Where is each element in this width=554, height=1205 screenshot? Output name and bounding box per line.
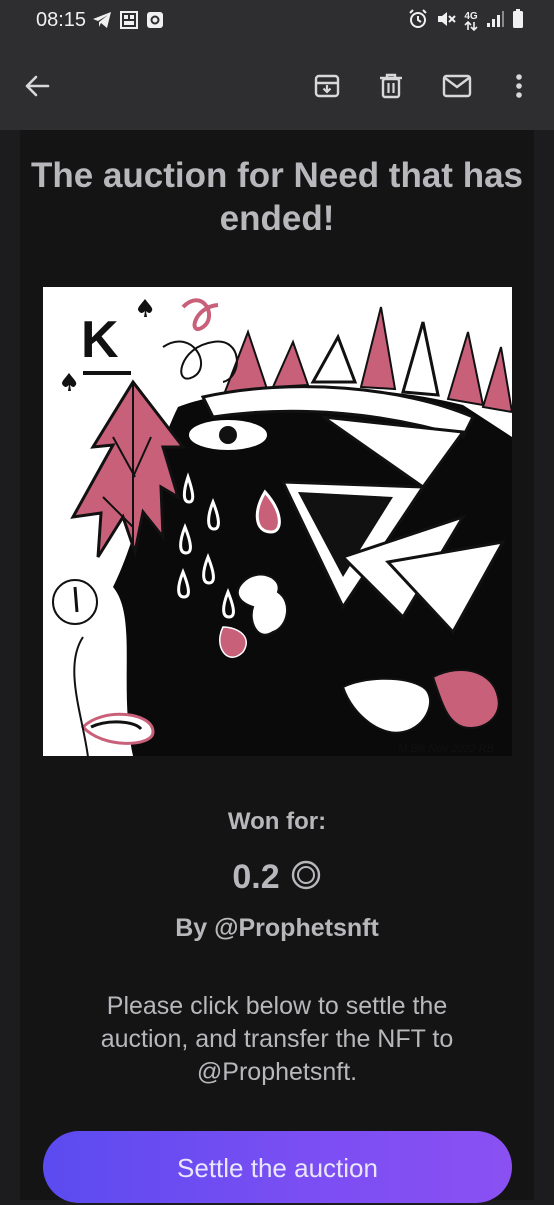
status-bar: 08:15 4G xyxy=(0,0,554,42)
won-label: Won for: xyxy=(227,808,327,835)
nft-artwork-image[interactable]: K M.Blk Nov 2022 RB xyxy=(43,287,512,756)
status-right-icons: 4G xyxy=(408,9,524,34)
email-title: The auction for Need that has ended! xyxy=(31,156,523,238)
network-label: 4G xyxy=(464,11,478,22)
archive-icon[interactable] xyxy=(307,66,347,106)
price-row: 0.2 xyxy=(20,858,534,897)
winning-price: 0.2 xyxy=(232,858,280,896)
gallery-icon xyxy=(120,11,138,34)
status-time: 08:15 xyxy=(36,9,87,31)
settle-instructions: Please click below to settle the auction… xyxy=(100,992,454,1086)
mute-icon xyxy=(436,9,456,34)
artwork-signature: M.Blk Nov 2022 RB xyxy=(398,743,494,755)
back-arrow-icon[interactable] xyxy=(17,66,57,106)
outlook-icon xyxy=(146,11,164,34)
telegram-icon xyxy=(92,11,112,34)
mail-icon[interactable] xyxy=(437,66,477,106)
email-toolbar xyxy=(0,42,554,130)
status-left-icons xyxy=(92,11,164,34)
seller-by-line: By @Prophetsnft xyxy=(175,914,379,942)
signal-icon xyxy=(486,10,504,33)
network-4g-icon: 4G xyxy=(464,12,478,31)
delete-icon[interactable] xyxy=(371,66,411,106)
svg-text:K: K xyxy=(81,311,119,369)
more-vert-icon[interactable] xyxy=(499,66,539,106)
battery-icon xyxy=(512,9,524,34)
settle-auction-button[interactable]: Settle the auction xyxy=(43,1131,512,1203)
tezos-circle-icon xyxy=(290,859,322,896)
email-body: The auction for Need that has ended! K M… xyxy=(20,130,534,1203)
alarm-icon xyxy=(408,9,428,34)
